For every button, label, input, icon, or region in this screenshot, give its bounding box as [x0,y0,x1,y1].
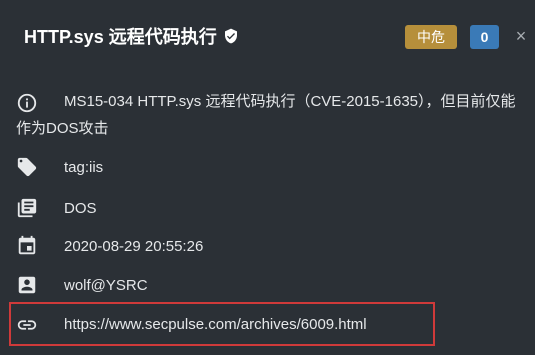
category-row: DOS [0,196,535,222]
tag-link[interactable]: tag:iis [64,159,103,176]
count-badge: 0 [470,25,499,49]
panel-header: HTTP.sys 远程代码执行 中危 0 × [0,0,535,70]
verified-shield-icon [224,28,237,44]
datetime-text: 2020-08-29 20:55:26 [64,238,204,255]
vulnerability-title: HTTP.sys 远程代码执行 [24,23,239,49]
tag-icon [17,157,37,177]
author-row: wolf@YSRC [0,273,535,299]
library-books-icon [17,198,37,218]
highlight-box [9,302,435,346]
description-row: MS15-034 HTTP.sys 远程代码执行（CVE-2015-1635），… [0,88,535,144]
close-button[interactable]: × [514,27,528,45]
category-text: DOS [64,200,97,217]
severity-badge: 中危 [405,25,457,49]
description-text: MS15-034 HTTP.sys 远程代码执行（CVE-2015-1635），… [16,93,516,137]
title-text: HTTP.sys 远程代码执行 [24,27,217,47]
datetime-row: 2020-08-29 20:55:26 [0,234,535,260]
tag-row: tag:iis [0,155,535,181]
vulnerability-detail-panel: HTTP.sys 远程代码执行 中危 0 × MS15-034 HTTP.sys… [0,0,535,355]
author-text: wolf@YSRC [64,277,148,294]
calendar-icon [18,235,36,255]
account-box-icon [18,276,36,294]
